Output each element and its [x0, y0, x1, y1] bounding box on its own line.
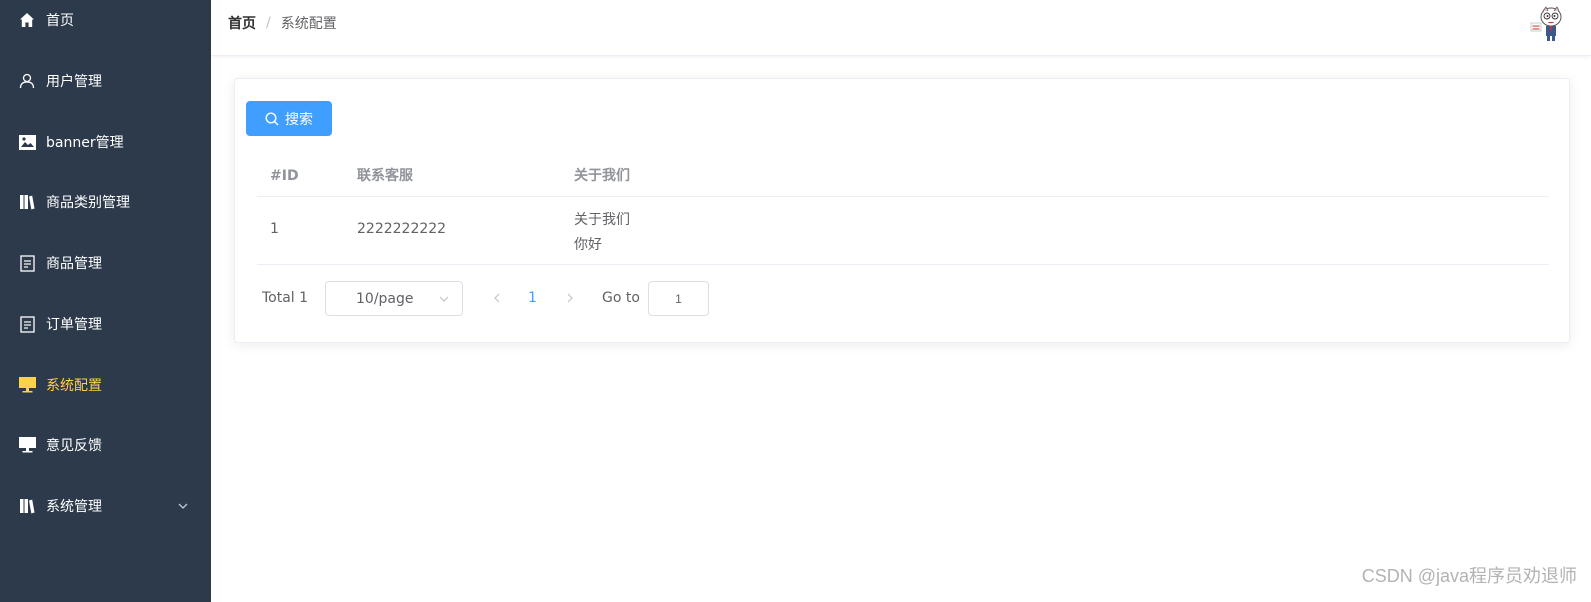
table-header: #ID 联系客服 关于我们 — [257, 155, 1549, 197]
sidebar-item-label: banner管理 — [46, 135, 124, 151]
sidebar-item-label: 商品管理 — [46, 256, 102, 272]
sidebar-item-users[interactable]: 用户管理 — [0, 53, 211, 109]
column-header-contact: 联系客服 — [357, 168, 413, 184]
cell-about-line2: 你好 — [574, 237, 602, 253]
collection-icon — [18, 193, 36, 211]
pagination-total: Total 1 — [262, 290, 309, 306]
sidebar: 首页 用户管理 banner管理 商品类别管理 商品管理 订单管理 系统配置 意… — [0, 0, 211, 602]
breadcrumb-home[interactable]: 首页 — [228, 13, 256, 33]
sidebar-item-products[interactable]: 商品管理 — [0, 235, 211, 291]
breadcrumb-current: 系统配置 — [280, 15, 337, 32]
config-table: #ID 联系客服 关于我们 1 2222222222 关于我们 你好 — [257, 155, 1549, 265]
column-header-about: 关于我们 — [574, 168, 630, 184]
sidebar-item-label: 商品类别管理 — [46, 195, 130, 211]
search-icon — [265, 111, 279, 126]
sidebar-item-label: 首页 — [46, 13, 74, 29]
home-icon — [18, 11, 36, 29]
page-size-select[interactable]: 10/page — [325, 281, 463, 316]
page-number-current[interactable]: 1 — [528, 281, 537, 316]
cell-about-line1: 关于我们 — [574, 212, 630, 228]
chevron-down-icon — [438, 293, 450, 309]
monitor-icon — [18, 376, 36, 394]
sidebar-item-banner[interactable]: banner管理 — [0, 114, 211, 170]
content-card: 搜索 #ID 联系客服 关于我们 1 2222222222 关于我们 你好 To… — [234, 78, 1570, 343]
breadcrumb: 首页 / 系统配置 — [228, 0, 337, 45]
watermark: CSDN @java程序员劝退师 — [1361, 566, 1577, 586]
sidebar-item-label: 系统配置 — [46, 378, 102, 394]
top-header: 首页 / 系统配置 — [211, 0, 1591, 56]
document-icon — [18, 315, 36, 333]
sidebar-item-categories[interactable]: 商品类别管理 — [0, 174, 211, 230]
page-size-value: 10/page — [356, 290, 414, 307]
monitor-icon — [18, 436, 36, 454]
sidebar-item-orders[interactable]: 订单管理 — [0, 296, 211, 352]
column-header-id: #ID — [270, 168, 299, 184]
image-icon — [18, 133, 36, 151]
sidebar-item-label: 订单管理 — [46, 317, 102, 333]
user-icon — [18, 72, 36, 90]
table-row[interactable]: 1 2222222222 关于我们 你好 — [257, 197, 1549, 265]
collection-icon — [18, 497, 36, 515]
sidebar-item-label: 系统管理 — [46, 499, 102, 515]
document-icon — [18, 254, 36, 272]
goto-page-input[interactable] — [648, 281, 709, 316]
sidebar-item-label: 意见反馈 — [46, 438, 102, 454]
avatar[interactable] — [1529, 3, 1569, 43]
breadcrumb-separator: / — [266, 14, 271, 31]
sidebar-item-system-config[interactable]: 系统配置 — [0, 357, 211, 413]
prev-page-icon[interactable] — [491, 292, 503, 308]
chevron-down-icon[interactable] — [177, 500, 189, 516]
sidebar-item-feedback[interactable]: 意见反馈 — [0, 417, 211, 473]
cell-id: 1 — [270, 221, 279, 237]
sidebar-item-label: 用户管理 — [46, 74, 102, 90]
goto-label: Go to — [602, 290, 640, 306]
next-page-icon[interactable] — [564, 292, 576, 308]
sidebar-item-home[interactable]: 首页 — [0, 0, 211, 48]
search-button[interactable]: 搜索 — [246, 101, 332, 136]
search-button-label: 搜索 — [285, 110, 313, 127]
sidebar-item-system-management[interactable]: 系统管理 — [0, 478, 211, 534]
cell-contact: 2222222222 — [357, 221, 447, 237]
